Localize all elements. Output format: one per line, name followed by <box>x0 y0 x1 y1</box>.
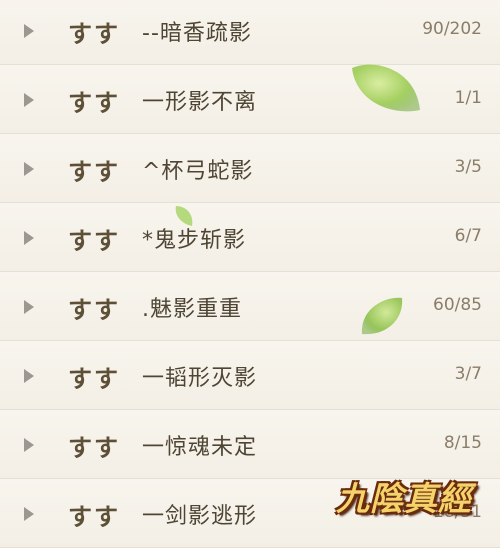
player-name: すす <box>68 227 120 255</box>
expand-arrow-icon[interactable] <box>24 24 34 38</box>
guild-member-list: すす --暗香疏影 90/202 すす 一形影不离 1/1 すす ^杯弓蛇影 3… <box>0 0 500 548</box>
expand-arrow-icon[interactable] <box>24 438 34 452</box>
list-row[interactable]: すす .魅影重重 60/85 <box>0 272 500 341</box>
progress-count: 3/7 <box>454 364 482 384</box>
expand-arrow-icon[interactable] <box>24 162 34 176</box>
list-row[interactable]: すす --暗香疏影 90/202 <box>0 0 500 65</box>
list-row[interactable]: すす 一韬形灭影 3/7 <box>0 341 500 410</box>
progress-count: 90/202 <box>422 19 482 39</box>
player-name: すす <box>68 20 120 48</box>
player-title: 一韬形灭影 <box>142 366 258 391</box>
game-logo: 九陰真經 <box>314 472 494 518</box>
player-name: すす <box>68 158 120 186</box>
player-name: すす <box>68 296 120 324</box>
expand-arrow-icon[interactable] <box>24 300 34 314</box>
expand-arrow-icon[interactable] <box>24 369 34 383</box>
player-name: すす <box>68 434 120 462</box>
player-title: --暗香疏影 <box>142 21 252 46</box>
progress-count: 6/7 <box>454 226 482 246</box>
list-row[interactable]: すす *鬼步斩影 6/7 <box>0 203 500 272</box>
list-row[interactable]: すす 一惊魂未定 8/15 <box>0 410 500 479</box>
player-title: 一形影不离 <box>142 90 258 115</box>
progress-count: 3/5 <box>454 157 482 177</box>
list-row[interactable]: すす 一形影不离 1/1 <box>0 65 500 134</box>
player-title: 一剑影逃形 <box>142 504 258 529</box>
player-title: 一惊魂未定 <box>142 435 258 460</box>
list-row[interactable]: すす ^杯弓蛇影 3/5 <box>0 134 500 203</box>
expand-arrow-icon[interactable] <box>24 231 34 245</box>
expand-arrow-icon[interactable] <box>24 507 34 521</box>
player-name: すす <box>68 365 120 393</box>
player-name: すす <box>68 503 120 531</box>
expand-arrow-icon[interactable] <box>24 93 34 107</box>
progress-count: 8/15 <box>443 433 482 453</box>
progress-count: 60/85 <box>433 295 482 315</box>
logo-text: 九陰真經 <box>336 479 472 518</box>
player-name: すす <box>68 89 120 117</box>
player-title: .魅影重重 <box>142 297 242 322</box>
player-title: ^杯弓蛇影 <box>142 159 254 184</box>
player-title: *鬼步斩影 <box>142 228 247 253</box>
progress-count: 1/1 <box>454 88 482 108</box>
